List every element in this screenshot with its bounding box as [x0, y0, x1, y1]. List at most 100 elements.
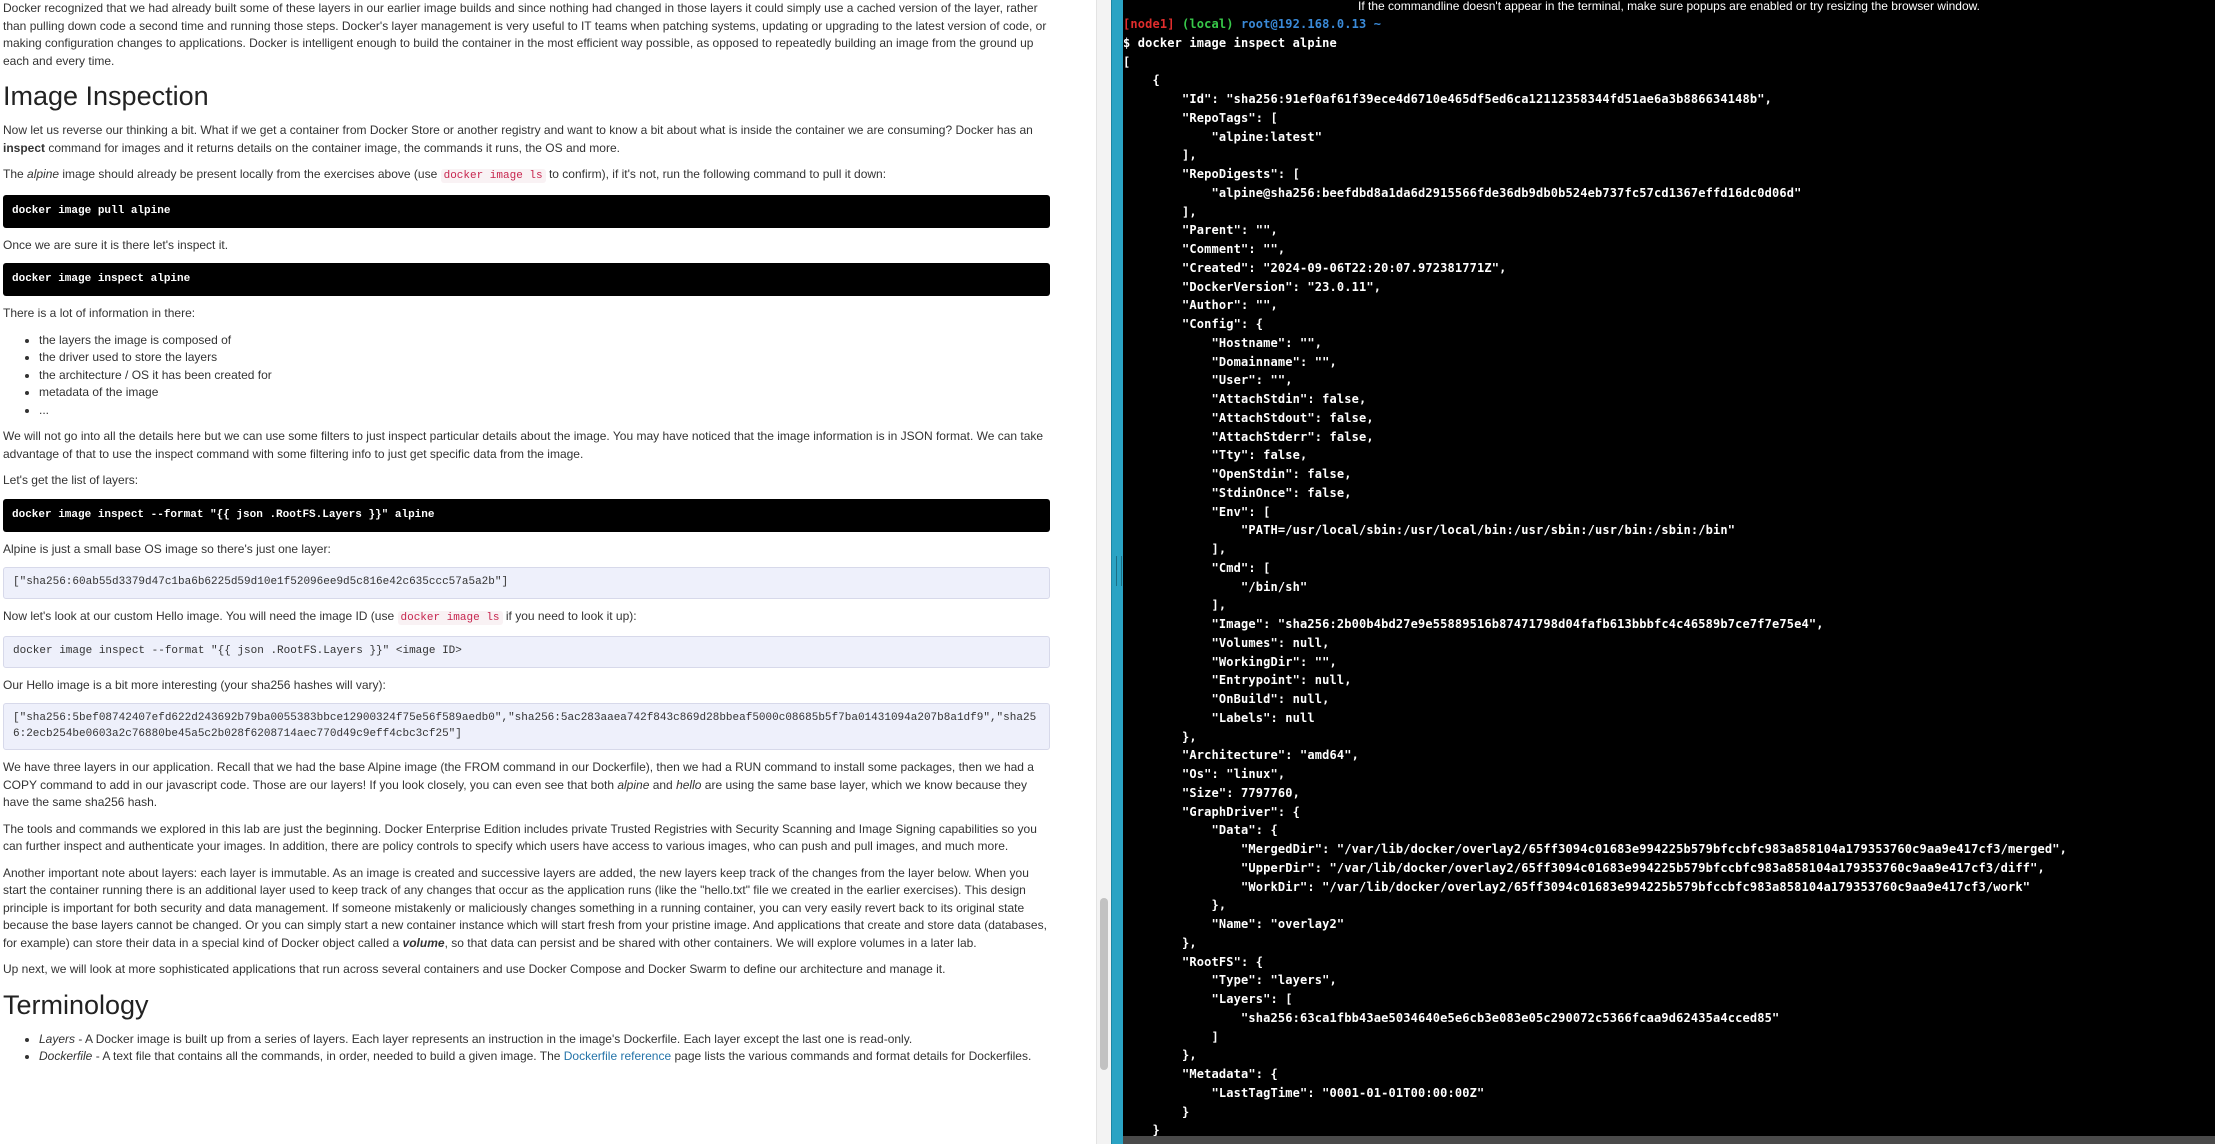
terminal-line: "RepoTags": [: [1123, 110, 1278, 125]
terminal-line: "AttachStdout": false,: [1123, 410, 1374, 425]
terminal-command: $ docker image inspect alpine: [1123, 35, 1337, 50]
terminal-output: [node1] (local) root@192.168.0.13 ~ $ do…: [1123, 15, 2067, 1140]
lab-instructions-panel: Docker recognized that we had already bu…: [0, 0, 1096, 1144]
terminal-line: "Image": "sha256:2b00b4bd27e9e55889516b8…: [1123, 617, 1824, 631]
terminal-line: "Parent": "",: [1123, 223, 1278, 238]
terminal-line: "UpperDir": "/var/lib/docker/overlay2/65…: [1123, 860, 2045, 875]
tools-paragraph: The tools and commands we explored in th…: [3, 821, 1037, 854]
prompt-local: (local): [1182, 17, 1234, 31]
lab-content: Docker recognized that we had already bu…: [0, 0, 1050, 1066]
terminal-line: "Size": 7797760,: [1123, 785, 1300, 800]
terminal-line: ],: [1123, 542, 1227, 556]
inline-code: docker image ls: [397, 610, 503, 625]
terminal-line: },: [1123, 935, 1197, 950]
terminal-line: "Env": [: [1123, 504, 1271, 519]
terminal-line: ],: [1123, 148, 1197, 163]
filters-paragraph: We will not go into all the details here…: [3, 429, 1044, 461]
list-item: the driver used to store the layers: [39, 349, 1050, 367]
terminal-line: },: [1123, 898, 1227, 913]
terminal-line: "RepoDigests": [: [1123, 167, 1300, 181]
info-list: the layers the image is composed of the …: [3, 332, 1050, 420]
terminal-line: "StdinOnce": false,: [1123, 485, 1352, 500]
term-layers: Layers - A Docker image is built up from…: [39, 1031, 1050, 1049]
drag-grip-icon: [1116, 556, 1122, 586]
terminal-line: "AttachStderr": false,: [1123, 429, 1374, 444]
terminal-line: "Data": {: [1123, 823, 1278, 838]
terminal-line: {: [1123, 73, 1160, 88]
terminal-line: }: [1123, 1104, 1190, 1119]
code-block-inspect[interactable]: docker image inspect alpine: [3, 263, 1050, 296]
terminal-line: "WorkDir": "/var/lib/docker/overlay2/65f…: [1123, 879, 2031, 894]
heading-image-inspection: Image Inspection: [3, 81, 209, 111]
terminal-line: "AttachStdin": false,: [1123, 392, 1367, 406]
code-block-layers[interactable]: docker image inspect --format "{{ json .…: [3, 498, 1050, 532]
terminal-line: ],: [1123, 204, 1197, 219]
terminal-line: ]: [1123, 1029, 1219, 1044]
terminal-line: "Tty": false,: [1123, 448, 1308, 463]
list-item: metadata of the image: [39, 384, 1050, 402]
terminal-line: "RootFS": {: [1123, 954, 1264, 969]
terminal-line: "alpine@sha256:beefdbd8a1da6d2915566fde3…: [1123, 185, 1802, 200]
terminal-line: "GraphDriver": {: [1123, 804, 1300, 819]
terminal-banner: If the commandline doesn't appear in the…: [1358, 0, 1980, 13]
terminal-line: "OpenStdin": false,: [1123, 467, 1352, 481]
terminal-line: "DockerVersion": "23.0.11",: [1123, 279, 1382, 294]
terminal-line: "Domainname": "",: [1123, 354, 1337, 369]
terminal-line: "/bin/sh": [1123, 579, 1308, 594]
terminal-line: "Layers": [: [1123, 992, 1293, 1006]
prompt-host: root@192.168.0.13 ~: [1241, 17, 1382, 31]
terminal-line: "Config": {: [1123, 317, 1264, 331]
three-layers-paragraph: We have three layers in our application.…: [3, 760, 1034, 809]
terminal-line: },: [1123, 729, 1197, 744]
terminal-line: "User": "",: [1123, 373, 1293, 388]
terminal-bottom-bar: [1123, 1136, 2215, 1144]
terminal-line: "WorkingDir": "",: [1123, 654, 1337, 669]
prompt-node: [node1]: [1123, 17, 1175, 31]
terminal-line: "Metadata": {: [1123, 1067, 1278, 1081]
code-block-hello-inspect: docker image inspect --format "{{ json .…: [3, 636, 1050, 668]
terminal-panel[interactable]: If the commandline doesn't appear in the…: [1123, 0, 2215, 1144]
terminal-line: [: [1123, 54, 1131, 69]
terminal-line: "Id": "sha256:91ef0af61f39ece4d6710e465d…: [1123, 92, 1772, 106]
intro-paragraph: Docker recognized that we had already bu…: [3, 1, 1047, 68]
up-next-paragraph: Up next, we will look at more sophistica…: [3, 962, 946, 976]
terminal-prompt: [node1] (local) root@192.168.0.13 ~: [1123, 15, 2067, 34]
heading-terminology: Terminology: [3, 989, 149, 1020]
output-block-hello-layers: ["sha256:5bef08742407efd622d243692b79ba0…: [3, 703, 1050, 750]
terminal-line: "Hostname": "",: [1123, 335, 1323, 350]
inline-code: docker image ls: [440, 169, 546, 183]
code-block-pull[interactable]: docker image pull alpine: [3, 194, 1050, 228]
list-item: ...: [39, 402, 1050, 420]
terminal-line: "Created": "2024-09-06T22:20:07.97238177…: [1123, 260, 1507, 275]
terminal-line: "MergedDir": "/var/lib/docker/overlay2/6…: [1123, 842, 2067, 856]
terminal-line: "Entrypoint": null,: [1123, 673, 1352, 688]
terminal-line: "Type": "layers",: [1123, 973, 1337, 988]
terminal-line: "Comment": "",: [1123, 242, 1286, 256]
terminal-line: "Author": "",: [1123, 298, 1278, 313]
inspect-intro-paragraph: Now let us reverse our thinking a bit. W…: [3, 123, 1033, 155]
hello-image-paragraph: Now let's look at our custom Hello image…: [3, 608, 637, 625]
list-item: the layers the image is composed of: [39, 332, 1050, 350]
info-paragraph: There is a lot of information in there:: [3, 306, 196, 320]
terminal-line: "Labels": null: [1123, 710, 1315, 725]
terminal-line: "LastTagTime": "0001-01-01T00:00:00Z": [1123, 1085, 1485, 1100]
terminal-line: "Architecture": "amd64",: [1123, 748, 1359, 763]
terminal-line: "sha256:63ca1fbb43ae5034640e5e6cb3e083e0…: [1123, 1010, 1780, 1025]
terminal-line: "Os": "linux",: [1123, 767, 1286, 781]
layers-list-paragraph: Let's get the list of layers:: [3, 473, 139, 487]
terminal-line: "PATH=/usr/local/sbin:/usr/local/bin:/us…: [1123, 523, 1736, 538]
inspect-it-paragraph: Once we are sure it is there let's inspe…: [3, 237, 229, 252]
list-item: the architecture / OS it has been create…: [39, 367, 1050, 385]
scrollbar-thumb[interactable]: [1100, 898, 1108, 1070]
hello-interesting-paragraph: Our Hello image is a bit more interestin…: [3, 677, 386, 692]
terminal-line: "Cmd": [: [1123, 560, 1271, 575]
terminal-line: ],: [1123, 598, 1227, 613]
alpine-present-paragraph: The alpine image should already be prese…: [3, 167, 887, 183]
dockerfile-reference-link[interactable]: Dockerfile reference: [564, 1049, 671, 1063]
terminal-line: "Volumes": null,: [1123, 635, 1330, 650]
immutable-paragraph: Another important note about layers: eac…: [3, 865, 1047, 950]
term-dockerfile: Dockerfile - A text file that contains a…: [39, 1048, 1050, 1066]
terminal-line: "OnBuild": null,: [1123, 692, 1330, 706]
terminal-line: "Name": "overlay2": [1123, 917, 1345, 931]
instructions-scrollbar[interactable]: [1096, 0, 1112, 1144]
